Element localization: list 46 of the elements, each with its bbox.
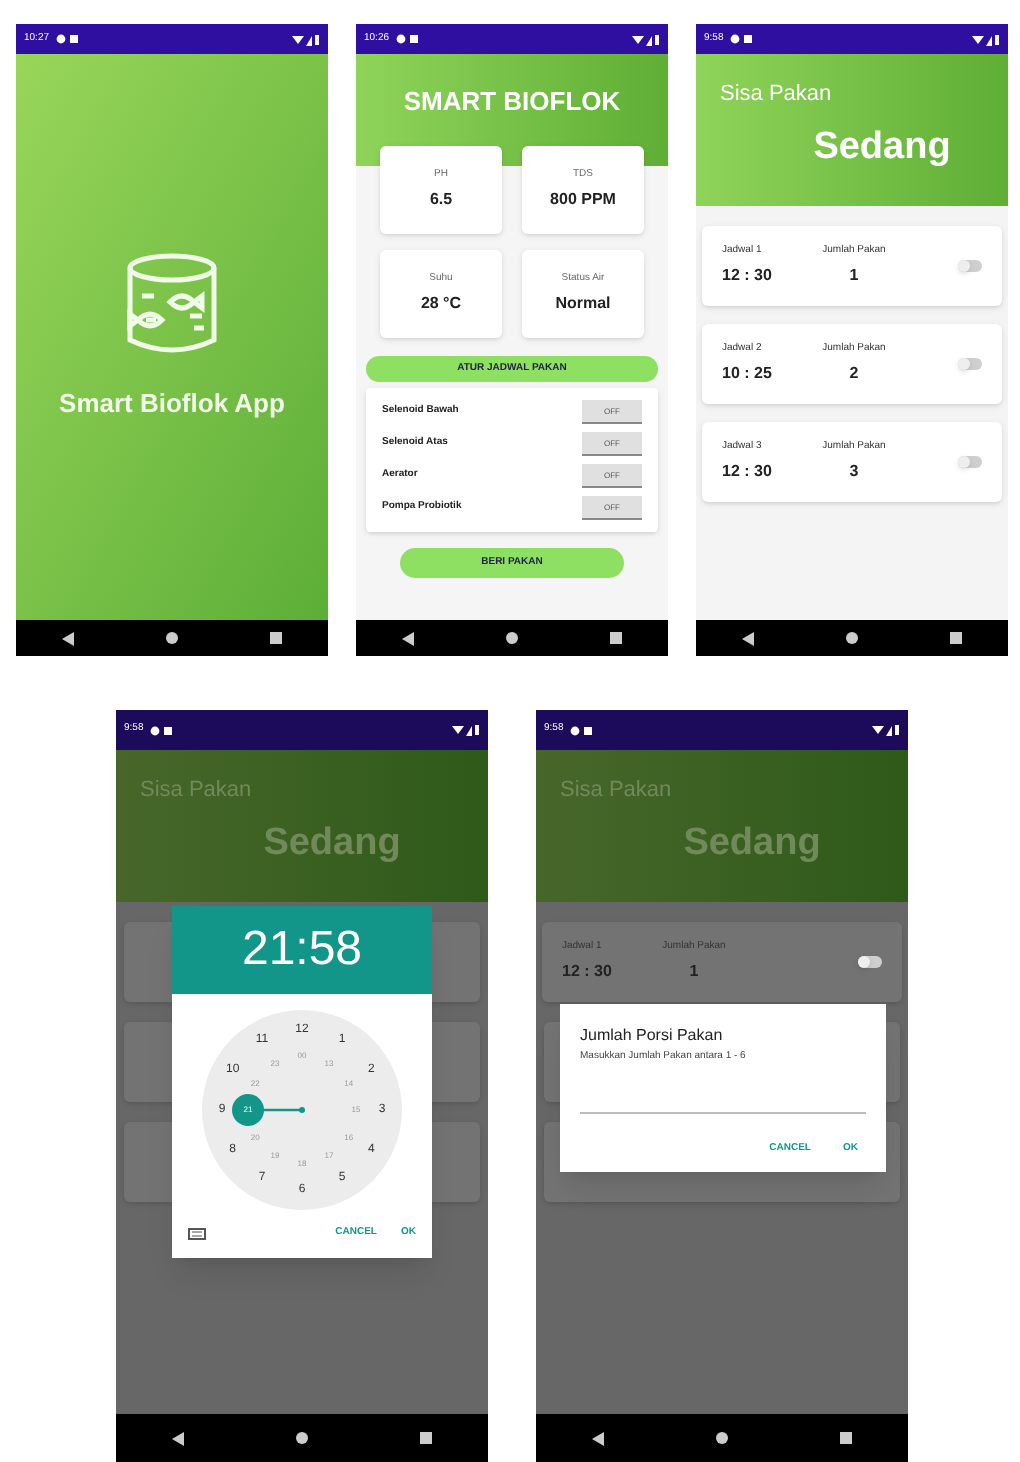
feed-status: Sedang (263, 819, 401, 867)
home-icon[interactable] (506, 632, 518, 644)
toggle-switch[interactable] (858, 956, 882, 968)
home-icon[interactable] (166, 632, 178, 644)
dialog-title: Jumlah Porsi Pakan (580, 1024, 725, 1048)
home-icon[interactable] (296, 1432, 308, 1444)
feed-status: Sedang (813, 123, 951, 171)
toggle-switch[interactable] (958, 358, 982, 370)
back-icon[interactable] (62, 631, 74, 645)
back-icon[interactable] (172, 1431, 184, 1445)
app-title: Smart Bioflok App (59, 385, 285, 422)
toggle-switch[interactable] (958, 260, 982, 272)
schedule-time: 12 : 30 (722, 459, 774, 484)
status-icons (149, 725, 174, 735)
keyboard-icon[interactable] (188, 1227, 206, 1240)
status-icons (569, 725, 594, 735)
feed-status: Sedang (683, 819, 821, 867)
sensor-value: 800 PPM (550, 187, 616, 212)
fish-tank-icon (122, 251, 222, 356)
back-icon[interactable] (402, 631, 414, 645)
status-icons (395, 34, 420, 44)
amount-value: 3 (849, 459, 859, 484)
schedule-time: 12 : 30 (722, 263, 774, 288)
signal-battery-icon (632, 33, 660, 45)
header-label: Sisa Pakan (720, 80, 834, 110)
selected-time: 21:58 (241, 920, 363, 980)
signal-battery-icon (452, 724, 480, 736)
app-title: SMART BIOFLOK (403, 84, 621, 120)
home-icon[interactable] (846, 632, 858, 644)
back-icon[interactable] (592, 1431, 604, 1445)
sensor-value: 28 °C (420, 291, 462, 316)
back-icon[interactable] (742, 631, 754, 645)
toggle-switch[interactable] (958, 456, 982, 468)
signal-battery-icon (972, 33, 1000, 45)
status-icons (55, 34, 80, 44)
home-icon[interactable] (716, 1432, 728, 1444)
sensor-value: 6.5 (429, 187, 453, 212)
amount-value: 1 (689, 959, 699, 984)
signal-battery-icon (872, 724, 900, 736)
sensor-value: Normal (555, 291, 611, 316)
amount-value: 2 (849, 361, 859, 386)
status-icons (729, 34, 754, 44)
amount-value: 1 (849, 263, 859, 288)
schedule-time: 12 : 30 (562, 959, 614, 984)
signal-battery-icon (292, 33, 320, 45)
schedule-time: 10 : 25 (722, 361, 774, 386)
